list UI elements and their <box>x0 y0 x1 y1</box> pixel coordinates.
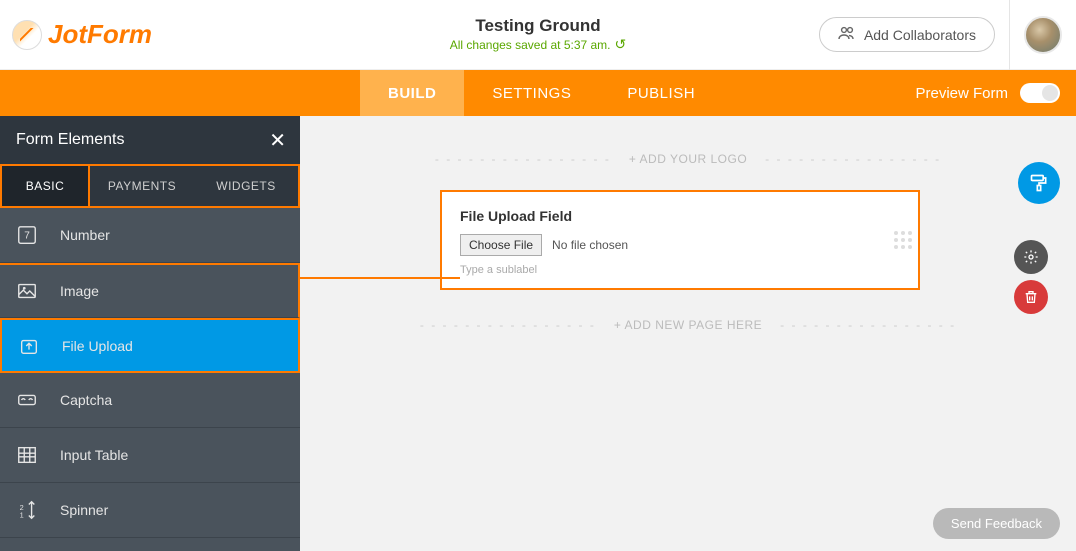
tab-settings[interactable]: SETTINGS <box>464 70 599 116</box>
element-image[interactable]: Image <box>0 263 300 318</box>
file-status: No file chosen <box>552 238 628 252</box>
logo[interactable]: JotForm <box>0 19 152 50</box>
element-label: File Upload <box>62 338 133 354</box>
element-label: Captcha <box>60 392 112 408</box>
file-upload-icon <box>18 335 40 357</box>
canvas-area[interactable]: - - - - - - - - - - - - - - - - + ADD YO… <box>300 116 1076 551</box>
add-page-label: + ADD NEW PAGE HERE <box>614 318 762 332</box>
element-list: 7 Number Image File Upload <box>0 208 300 551</box>
element-file-upload[interactable]: File Upload <box>0 318 300 373</box>
panel-title: Form Elements <box>16 131 124 149</box>
tab-publish[interactable]: PUBLISH <box>599 70 723 116</box>
add-logo-row[interactable]: - - - - - - - - - - - - - - - - + ADD YO… <box>300 152 1076 166</box>
spinner-icon: 21 <box>16 499 38 521</box>
dashed-right: - - - - - - - - - - - - - - - - <box>780 318 956 332</box>
file-input-row: Choose File No file chosen <box>460 234 900 256</box>
tabbar-right: Preview Form <box>915 70 1076 116</box>
preview-label: Preview Form <box>915 85 1008 102</box>
undo-icon[interactable]: ↺ <box>615 36 627 53</box>
topbar-right: Add Collaborators <box>819 0 1076 69</box>
collab-label: Add Collaborators <box>864 27 976 43</box>
field-delete-button[interactable] <box>1014 280 1048 314</box>
drag-handle-icon[interactable] <box>894 231 912 249</box>
field-action-pills <box>1014 240 1048 314</box>
add-logo-label: + ADD YOUR LOGO <box>629 152 747 166</box>
choose-file-button[interactable]: Choose File <box>460 234 542 256</box>
panel-tab-payments[interactable]: PAYMENTS <box>90 166 194 206</box>
theme-button[interactable] <box>1018 162 1060 204</box>
divider <box>1009 0 1010 70</box>
element-input-table[interactable]: Input Table <box>0 428 300 483</box>
captcha-icon <box>16 389 38 411</box>
top-center: Testing Ground All changes saved at 5:37… <box>450 16 627 53</box>
workspace: Form Elements ✕ BASIC PAYMENTS WIDGETS 7… <box>0 116 1076 551</box>
topbar: JotForm Testing Ground All changes saved… <box>0 0 1076 70</box>
dashed-left: - - - - - - - - - - - - - - - - <box>435 152 611 166</box>
main-tabbar: BUILD SETTINGS PUBLISH Preview Form <box>0 70 1076 116</box>
table-icon <box>16 444 38 466</box>
panel-tab-basic[interactable]: BASIC <box>2 166 90 206</box>
preview-toggle[interactable] <box>1020 83 1060 103</box>
panel-header: Form Elements ✕ <box>0 116 300 164</box>
send-feedback-button[interactable]: Send Feedback <box>933 508 1060 539</box>
file-upload-field[interactable]: File Upload Field Choose File No file ch… <box>440 190 920 290</box>
number-icon: 7 <box>16 224 38 246</box>
avatar[interactable] <box>1024 16 1062 54</box>
tabbar-spacer <box>0 70 360 116</box>
svg-text:7: 7 <box>24 231 30 242</box>
add-collaborators-button[interactable]: Add Collaborators <box>819 17 995 52</box>
svg-text:1: 1 <box>20 510 24 519</box>
image-icon <box>16 280 38 302</box>
element-label: Image <box>60 283 99 299</box>
close-icon[interactable]: ✕ <box>269 128 286 153</box>
paint-roller-icon <box>1018 162 1060 204</box>
form-elements-panel: Form Elements ✕ BASIC PAYMENTS WIDGETS 7… <box>0 116 300 551</box>
save-status-text: All changes saved at 5:37 am. <box>450 38 611 52</box>
tab-build[interactable]: BUILD <box>360 70 464 116</box>
element-spinner[interactable]: 21 Spinner <box>0 483 300 538</box>
element-captcha[interactable]: Captcha <box>0 373 300 428</box>
sublabel-input[interactable]: Type a sublabel <box>460 264 900 276</box>
element-number[interactable]: 7 Number <box>0 208 300 263</box>
form-title[interactable]: Testing Ground <box>450 16 627 36</box>
logo-text: JotForm <box>48 19 152 50</box>
field-settings-button[interactable] <box>1014 240 1048 274</box>
add-page-row[interactable]: - - - - - - - - - - - - - - - - + ADD NE… <box>300 318 1076 332</box>
element-label: Input Table <box>60 447 128 463</box>
panel-tabs: BASIC PAYMENTS WIDGETS <box>0 164 300 208</box>
panel-tab-widgets[interactable]: WIDGETS <box>194 166 298 206</box>
element-label: Spinner <box>60 502 108 518</box>
dashed-right: - - - - - - - - - - - - - - - - <box>765 152 941 166</box>
logo-pen-icon <box>12 20 42 50</box>
field-title[interactable]: File Upload Field <box>460 208 900 224</box>
dashed-left: - - - - - - - - - - - - - - - - <box>420 318 596 332</box>
collaborators-icon <box>838 26 856 43</box>
save-status: All changes saved at 5:37 am. ↺ <box>450 36 627 53</box>
element-label: Number <box>60 227 110 243</box>
sublabel-placeholder: Type a sublabel <box>460 264 537 276</box>
